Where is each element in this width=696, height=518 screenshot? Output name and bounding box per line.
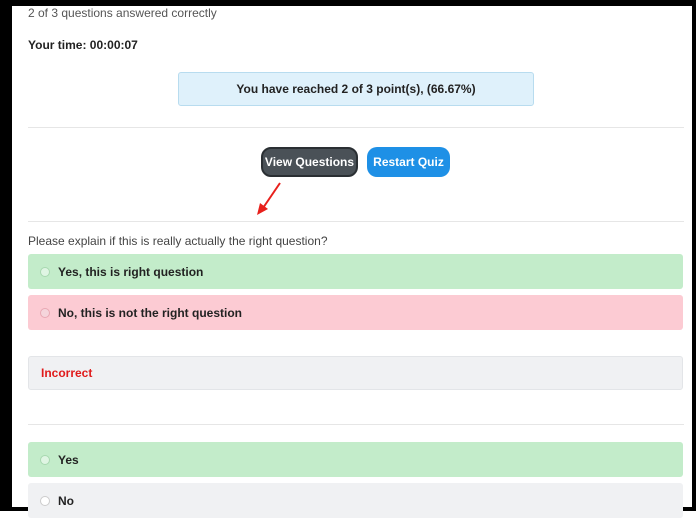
divider	[28, 127, 684, 128]
frame-left-border	[0, 0, 12, 511]
time-display: Your time: 00:00:07	[28, 38, 138, 52]
answer-option-yes[interactable]: Yes	[28, 442, 683, 477]
annotation-arrow-icon	[257, 182, 281, 215]
points-message: You have reached 2 of 3 point(s), (66.67…	[236, 82, 476, 96]
time-value: 00:00:07	[89, 38, 138, 52]
answer-option-no-not-right[interactable]: No, this is not the right question	[28, 295, 683, 330]
results-summary: 2 of 3 questions answered correctly	[28, 6, 217, 20]
answer-label: No, this is not the right question	[58, 305, 242, 320]
radio-icon	[40, 454, 50, 465]
radio-icon	[40, 307, 50, 318]
points-result-box: You have reached 2 of 3 point(s), (66.67…	[178, 72, 534, 106]
question-text: Please explain if this is really actuall…	[28, 234, 328, 248]
answer-label: No	[58, 493, 74, 508]
radio-icon	[40, 495, 50, 506]
answer-option-no[interactable]: No	[28, 483, 683, 518]
answer-option-yes-right[interactable]: Yes, this is right question	[28, 254, 683, 289]
radio-icon	[40, 266, 50, 277]
feedback-text: Incorrect	[41, 366, 93, 380]
divider	[28, 424, 684, 425]
divider	[28, 221, 684, 222]
answer-feedback: Incorrect	[28, 356, 683, 390]
view-questions-button[interactable]: View Questions	[261, 147, 358, 177]
answer-label: Yes	[58, 452, 79, 467]
time-label: Your time:	[28, 38, 87, 52]
answer-label: Yes, this is right question	[58, 264, 204, 279]
restart-quiz-button[interactable]: Restart Quiz	[367, 147, 450, 177]
frame-right-border	[692, 0, 696, 511]
